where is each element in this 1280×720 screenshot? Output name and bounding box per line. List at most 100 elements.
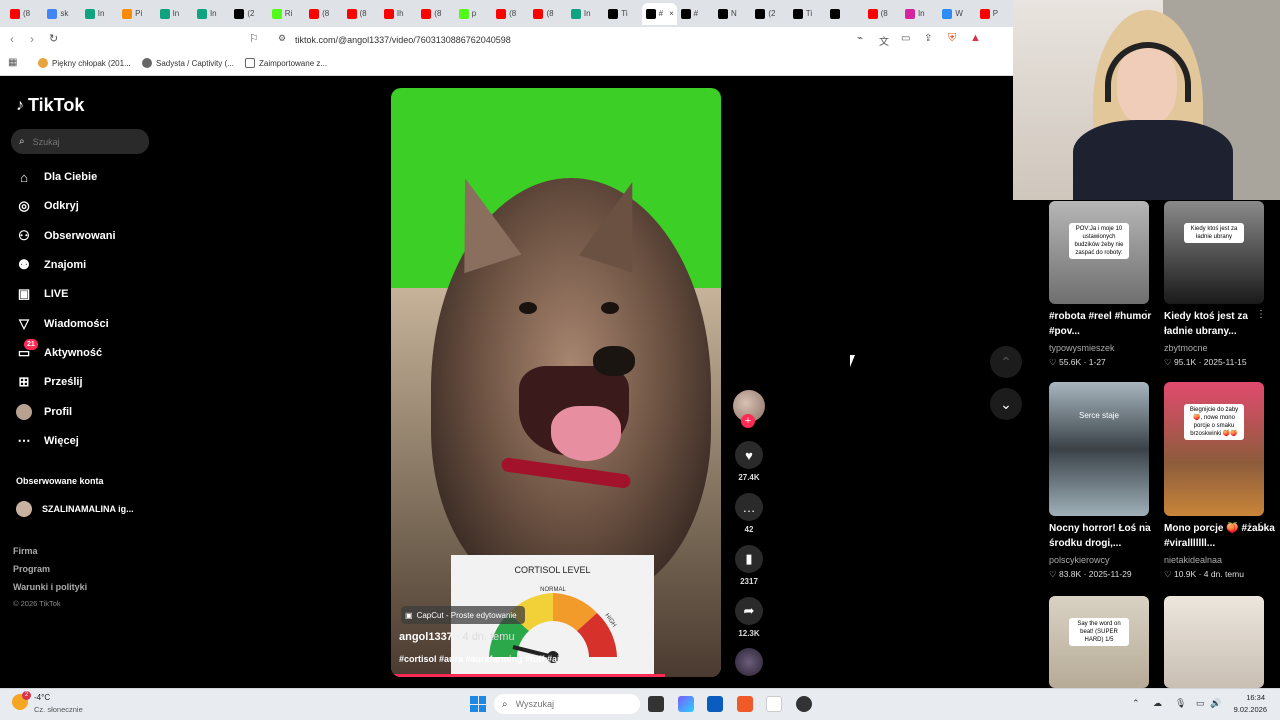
- search-box[interactable]: ⌕: [11, 129, 149, 154]
- tray-volume-icon[interactable]: 🔊: [1210, 698, 1221, 709]
- music-disc-icon[interactable]: [735, 648, 763, 676]
- browser-tab[interactable]: #: [677, 3, 714, 25]
- sidebar-nav-item[interactable]: ◎ Odkryj: [16, 198, 79, 214]
- save-action[interactable]: ▮ 2317: [734, 545, 764, 586]
- store-icon[interactable]: [707, 696, 723, 712]
- browser-tab[interactable]: (2: [230, 3, 267, 25]
- feed-thumbnail[interactable]: Say the word on beat! (SUPER HARD) 1/5: [1049, 596, 1149, 688]
- feed-thumbnail[interactable]: POV:Ja i moje 10 ustawionych budzików że…: [1049, 201, 1149, 304]
- tray-cloud-icon[interactable]: ☁: [1153, 698, 1162, 709]
- sidebar-nav-item[interactable]: Profil: [16, 404, 72, 420]
- like-action[interactable]: ♥ 27.4K: [734, 441, 764, 482]
- comment-action[interactable]: … 42: [734, 493, 764, 534]
- author-name[interactable]: angol1337: [399, 631, 453, 643]
- browser-tab[interactable]: (8: [864, 3, 901, 25]
- cast-icon[interactable]: ▭: [901, 33, 910, 44]
- feed-thumbnail[interactable]: Kiedy ktoś jest za ładnie ubrany: [1164, 201, 1264, 304]
- feed-username[interactable]: polscykierowcy: [1049, 555, 1110, 565]
- apps-grid-icon[interactable]: ▦: [8, 57, 17, 68]
- video-hashtags[interactable]: #cortisol #aura #aurafarming #tuff #ai: [399, 654, 560, 664]
- followed-account-item[interactable]: SZALINAMALINA ig...: [16, 501, 134, 517]
- sidebar-nav-item[interactable]: ▽ Wiadomości: [16, 316, 109, 332]
- feed-username[interactable]: typowysmieszek: [1049, 343, 1115, 353]
- heart-icon[interactable]: ♥: [735, 441, 763, 469]
- bookmark-page-icon[interactable]: ⚐: [249, 32, 259, 45]
- follow-plus-icon[interactable]: +: [741, 414, 755, 428]
- taskbar-search-input[interactable]: [515, 699, 616, 709]
- browser-tab[interactable]: (8: [305, 3, 342, 25]
- tiktok-logo[interactable]: ♪ TikTok: [16, 95, 84, 116]
- browser-tab[interactable]: In: [567, 3, 604, 25]
- browser-tab[interactable]: (8: [417, 3, 454, 25]
- browser-tab[interactable]: In: [156, 3, 193, 25]
- sidebar-nav-item[interactable]: ⚉ Znajomi: [16, 257, 86, 273]
- comment-icon[interactable]: …: [735, 493, 763, 521]
- feed-username[interactable]: nietakidealnaa: [1164, 555, 1222, 565]
- browser-tab[interactable]: (8: [6, 3, 43, 25]
- sidebar-nav-item[interactable]: ⊞ Prześlij: [16, 374, 83, 390]
- translate-icon[interactable]: 文: [879, 33, 889, 48]
- browser-tab[interactable]: In: [81, 3, 118, 25]
- brave-shield-icon[interactable]: ⛨: [948, 32, 956, 45]
- browser-tab[interactable]: N: [714, 3, 751, 25]
- browser-tab[interactable]: (8: [492, 3, 529, 25]
- browser-tab[interactable]: Ri: [268, 3, 305, 25]
- taskbar-search[interactable]: ⌕: [494, 694, 640, 714]
- more-options-icon[interactable]: ⋮: [1141, 521, 1151, 532]
- sidebar-nav-item[interactable]: ⋯ Więcej: [16, 433, 79, 449]
- search-input[interactable]: [32, 136, 133, 147]
- video-progress-bar[interactable]: [391, 674, 665, 677]
- feed-username[interactable]: zbytmocne: [1164, 343, 1208, 353]
- bookmark-icon[interactable]: ▮: [735, 545, 763, 573]
- video-player[interactable]: CORTISOL LEVEL NORMAL HIGH ▣ CapCut - Pr…: [391, 88, 721, 677]
- tray-chevron-icon[interactable]: ⌃: [1132, 698, 1140, 709]
- no-video-icon[interactable]: ⌁: [857, 33, 863, 44]
- capcut-badge[interactable]: ▣ CapCut - Proste edytowanie: [401, 606, 525, 624]
- browser-tab[interactable]: (8: [529, 3, 566, 25]
- browser-tab[interactable]: p: [455, 3, 492, 25]
- browser-tab[interactable]: [826, 3, 863, 25]
- browser-tab[interactable]: (2: [751, 3, 788, 25]
- tray-display-icon[interactable]: ▭: [1196, 698, 1205, 709]
- reload-icon[interactable]: ↻: [49, 32, 58, 45]
- tray-mic-icon[interactable]: 🎙: [1175, 698, 1186, 709]
- browser-tab[interactable]: In: [901, 3, 938, 25]
- browser-tab[interactable]: sk: [43, 3, 80, 25]
- notepad-icon[interactable]: [766, 696, 782, 712]
- browser-tab[interactable]: (8: [343, 3, 380, 25]
- bookmark-item-1[interactable]: Piękny chłopak (201...: [38, 58, 131, 68]
- brave-rewards-icon[interactable]: ▲: [970, 32, 981, 44]
- browser-tab[interactable]: Ih: [380, 3, 417, 25]
- back-icon[interactable]: ‹: [10, 32, 14, 46]
- feed-thumbnail[interactable]: Serce staje: [1049, 382, 1149, 516]
- bookmark-item-2[interactable]: Sadysta / Captivity (...: [142, 58, 234, 68]
- browser-tab[interactable]: Ti: [789, 3, 826, 25]
- browser-tab[interactable]: # ×: [641, 2, 677, 25]
- bookmark-item-3[interactable]: Zaimportowane z...: [245, 58, 327, 68]
- next-video-button[interactable]: ⌄: [990, 388, 1022, 420]
- footer-link-terms[interactable]: Warunki i polityki: [13, 582, 87, 592]
- url-text[interactable]: tiktok.com/@angol1337/video/760313088676…: [295, 35, 511, 45]
- task-view-icon[interactable]: [648, 696, 664, 712]
- site-settings-icon[interactable]: ⚙: [278, 33, 286, 44]
- browser-tab[interactable]: W: [938, 3, 975, 25]
- video-author[interactable]: angol1337 · 4 dn. temu: [399, 631, 515, 643]
- footer-link-program[interactable]: Program: [13, 564, 50, 574]
- copilot-icon[interactable]: [678, 696, 694, 712]
- browser-tab[interactable]: In: [193, 3, 230, 25]
- sidebar-nav-item[interactable]: ▭ 21 Aktywność: [16, 339, 102, 361]
- sidebar-nav-item[interactable]: ▣ LIVE: [16, 286, 69, 302]
- close-tab-icon[interactable]: ×: [669, 9, 674, 18]
- more-options-icon[interactable]: ⋮: [1256, 521, 1266, 532]
- share-action[interactable]: ➦ 12.3K: [734, 597, 764, 638]
- feed-thumbnail[interactable]: Biegnijcie do żaby 🍑, nowe mono porcje o…: [1164, 382, 1264, 516]
- brave-browser-icon[interactable]: [737, 696, 753, 712]
- more-options-icon[interactable]: ⋮: [1141, 309, 1151, 320]
- clock-time[interactable]: 16:34: [1233, 693, 1265, 702]
- windows-start-icon[interactable]: [470, 696, 486, 712]
- more-options-icon[interactable]: ⋮: [1256, 309, 1266, 320]
- forward-icon[interactable]: ›: [30, 32, 34, 46]
- feed-thumbnail[interactable]: [1164, 596, 1264, 688]
- sidebar-nav-item[interactable]: ⚇ Obserwowani: [16, 228, 115, 244]
- obs-icon[interactable]: [796, 696, 812, 712]
